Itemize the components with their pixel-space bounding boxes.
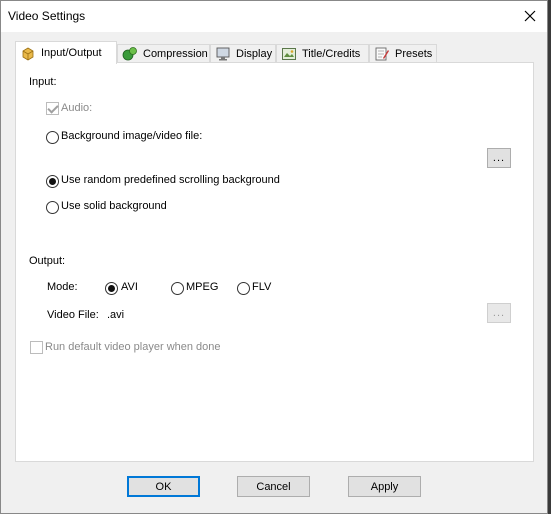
input-heading: Input: — [29, 76, 57, 88]
compression-icon — [122, 47, 137, 61]
close-icon — [524, 10, 536, 22]
mode-mpeg-label: MPEG — [186, 281, 219, 293]
ok-label: OK — [155, 480, 172, 493]
ok-button[interactable]: OK — [127, 476, 200, 497]
browse-background-button[interactable]: ... — [487, 148, 511, 168]
background-file-label: Background image/video file: — [61, 130, 203, 142]
run-player-label: Run default video player when done — [45, 341, 221, 353]
tab-label: Display — [236, 48, 273, 60]
title-bar: Video Settings — [1, 1, 547, 32]
tab-presets[interactable]: Presets — [369, 44, 437, 63]
background-file-radio[interactable] — [46, 131, 59, 144]
video-file-label: Video File: — [47, 309, 99, 321]
audio-checkbox[interactable] — [46, 102, 59, 115]
solid-background-label: Use solid background — [61, 200, 167, 212]
apply-button[interactable]: Apply — [348, 476, 421, 497]
browse-label: ... — [492, 152, 506, 164]
window-title: Video Settings — [8, 9, 86, 23]
cancel-label: Cancel — [256, 480, 291, 493]
tab-label: Title/Credits — [302, 48, 361, 60]
close-button[interactable] — [517, 4, 543, 28]
cancel-button[interactable]: Cancel — [237, 476, 310, 497]
output-heading: Output: — [29, 255, 66, 267]
browse-label: ... — [492, 307, 506, 319]
tab-label: Input/Output — [41, 47, 102, 59]
mode-avi-radio[interactable] — [105, 282, 118, 295]
input-output-panel: Input: Audio: Background image/video fil… — [15, 62, 534, 462]
tab-label: Presets — [395, 48, 433, 60]
browse-video-file-button[interactable]: ... — [487, 303, 511, 323]
random-background-radio[interactable] — [46, 175, 59, 188]
audio-label: Audio: — [61, 102, 93, 114]
input-output-icon — [22, 47, 34, 61]
title-credits-icon — [282, 48, 296, 60]
mode-flv-label: FLV — [252, 281, 272, 293]
tab-title-credits[interactable]: Title/Credits — [276, 44, 369, 63]
mode-mpeg-radio[interactable] — [171, 282, 184, 295]
mode-label: Mode: — [47, 281, 78, 293]
random-background-label: Use random predefined scrolling backgrou… — [61, 174, 280, 186]
tab-compression[interactable]: Compression — [117, 44, 210, 63]
run-player-checkbox[interactable] — [30, 341, 43, 354]
solid-background-radio[interactable] — [46, 201, 59, 214]
mode-avi-label: AVI — [121, 281, 138, 293]
apply-label: Apply — [370, 480, 399, 493]
tab-display[interactable]: Display — [210, 44, 276, 63]
tab-input-output[interactable]: Input/Output — [15, 41, 117, 64]
video-settings-dialog: Video Settings Input/Output Compression — [0, 0, 548, 514]
display-icon — [216, 47, 230, 61]
presets-icon — [375, 47, 389, 61]
video-file-value[interactable]: .avi — [107, 309, 124, 321]
mode-flv-radio[interactable] — [237, 282, 250, 295]
tab-label: Compression — [143, 48, 208, 60]
